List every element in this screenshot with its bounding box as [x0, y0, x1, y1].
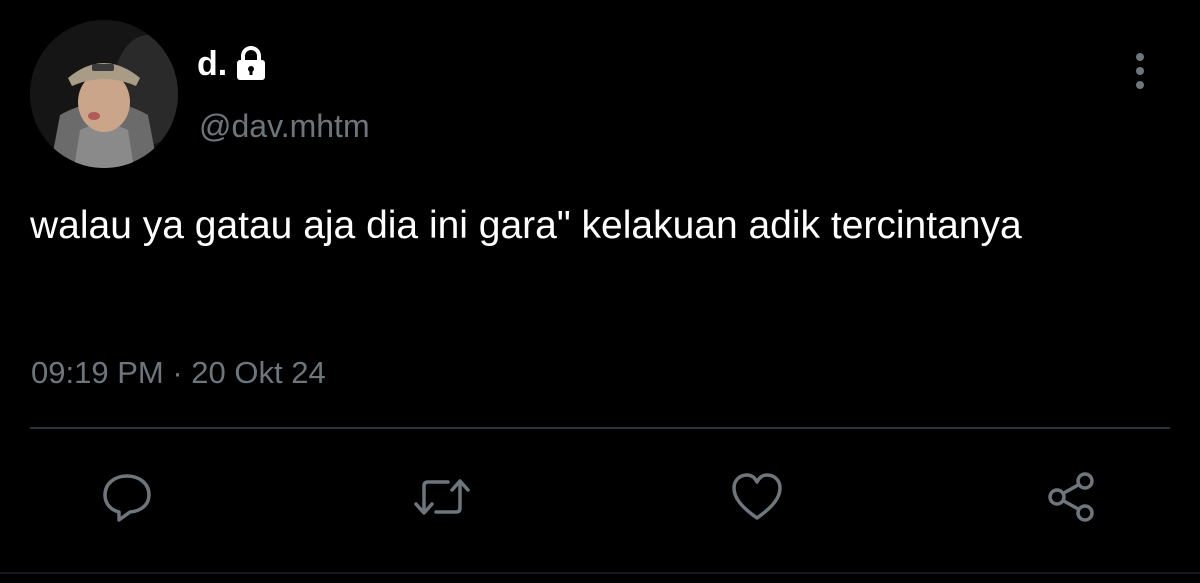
timestamp-separator: · [163, 355, 192, 390]
avatar[interactable] [30, 20, 178, 168]
retweet-button[interactable] [407, 462, 477, 532]
tweet-actions-bar [0, 462, 1200, 532]
bottom-divider [0, 572, 1200, 574]
user-handle[interactable]: @dav.mhtm [199, 104, 370, 148]
display-name-row[interactable]: d. [197, 42, 267, 86]
divider [30, 427, 1170, 429]
like-button[interactable] [722, 462, 792, 532]
share-button[interactable] [1037, 462, 1107, 532]
heart-icon [732, 473, 782, 520]
lock-icon [235, 46, 267, 82]
tweet-time: 09:19 PM [31, 355, 164, 390]
reply-button[interactable] [92, 462, 162, 532]
share-icon [1048, 472, 1094, 522]
tweet-timestamp[interactable]: 09:19 PM · 20 Okt 24 [31, 351, 326, 395]
more-vertical-icon [1136, 53, 1144, 89]
more-options-button[interactable] [1120, 48, 1160, 94]
display-name[interactable]: d. [197, 42, 227, 86]
tweet-date: 20 Okt 24 [191, 355, 326, 390]
tweet-text: walau ya gatau aja dia ini gara" kelakua… [30, 204, 1022, 247]
retweet-icon [414, 479, 470, 515]
reply-icon [103, 474, 151, 522]
